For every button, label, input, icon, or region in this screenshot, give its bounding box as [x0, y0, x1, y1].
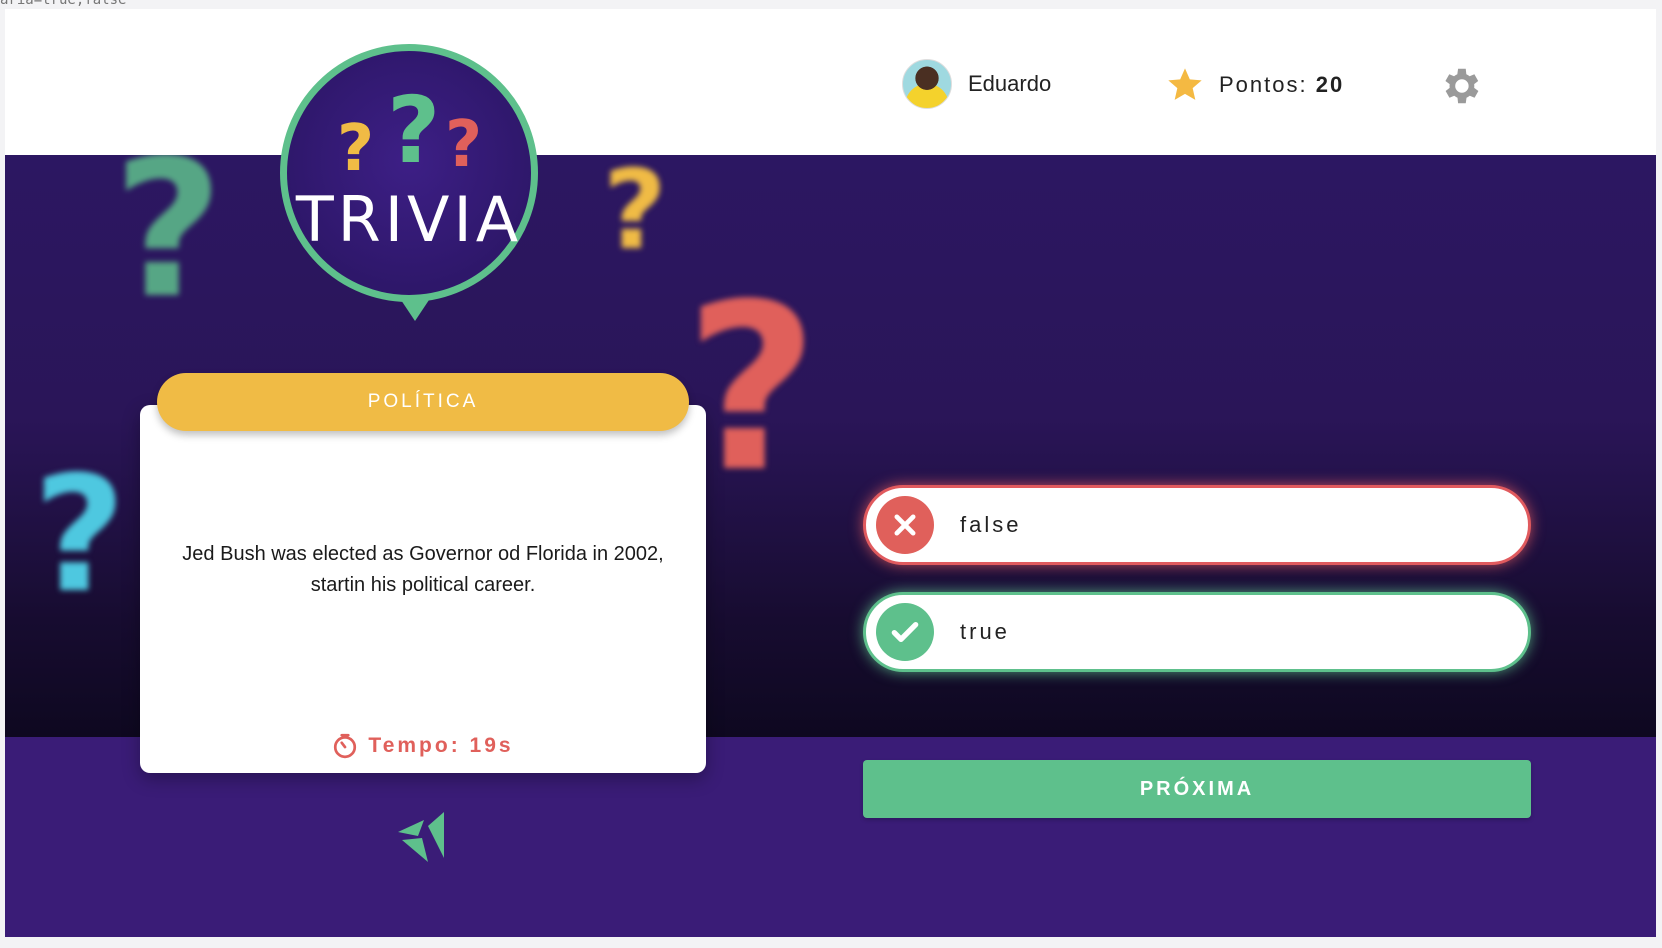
- user-profile[interactable]: Eduardo: [902, 59, 1051, 109]
- answer-label: false: [960, 512, 1022, 537]
- url-fragment: aria=true;false: [0, 0, 127, 8]
- timer: Tempo: 19s: [140, 733, 706, 759]
- points-label: Pontos:: [1219, 72, 1308, 97]
- question-mark-icon: ?: [337, 112, 375, 186]
- logo-title: TRIVIA: [295, 183, 523, 256]
- timer-icon: [334, 733, 357, 759]
- trivia-app: Eduardo Pontos: 20 ? ? ? ? ? ? ? TRIVIA …: [5, 9, 1656, 937]
- question-mark-decoration: ?: [603, 155, 667, 274]
- logo-pointer: [399, 297, 431, 321]
- user-name: Eduardo: [968, 71, 1052, 96]
- star-icon: [1168, 68, 1202, 100]
- points-value: 20: [1315, 72, 1345, 97]
- timer-text: Tempo: 19s: [368, 734, 514, 757]
- avatar: [902, 59, 952, 109]
- question-text: Jed Bush was elected as Governor od Flor…: [182, 543, 664, 596]
- gear-icon[interactable]: [1437, 63, 1483, 109]
- question-mark-decoration: ?: [113, 155, 224, 340]
- answer-mark: [876, 496, 934, 554]
- answer-true[interactable]: true: [863, 592, 1531, 672]
- check-icon: [891, 622, 919, 642]
- question-card: Jed Bush was elected as Governor od Flor…: [140, 405, 706, 773]
- question-mark-decoration: ?: [33, 441, 126, 628]
- x-icon: [894, 514, 916, 536]
- next-button[interactable]: PRÓXIMA: [863, 760, 1531, 818]
- trivia-logo: ? ? ? TRIVIA: [280, 44, 538, 302]
- header: Eduardo Pontos: 20: [5, 9, 1656, 155]
- points-display: Pontos: 20: [1165, 65, 1344, 105]
- answer-label: true: [960, 619, 1010, 644]
- question-mark-icon: ?: [445, 108, 483, 182]
- question-mark-icon: ?: [387, 77, 441, 184]
- brand-logo-icon: [398, 812, 444, 862]
- answer-false[interactable]: false: [863, 485, 1531, 565]
- category-badge: POLÍTICA: [157, 373, 689, 431]
- answer-mark: [876, 603, 934, 661]
